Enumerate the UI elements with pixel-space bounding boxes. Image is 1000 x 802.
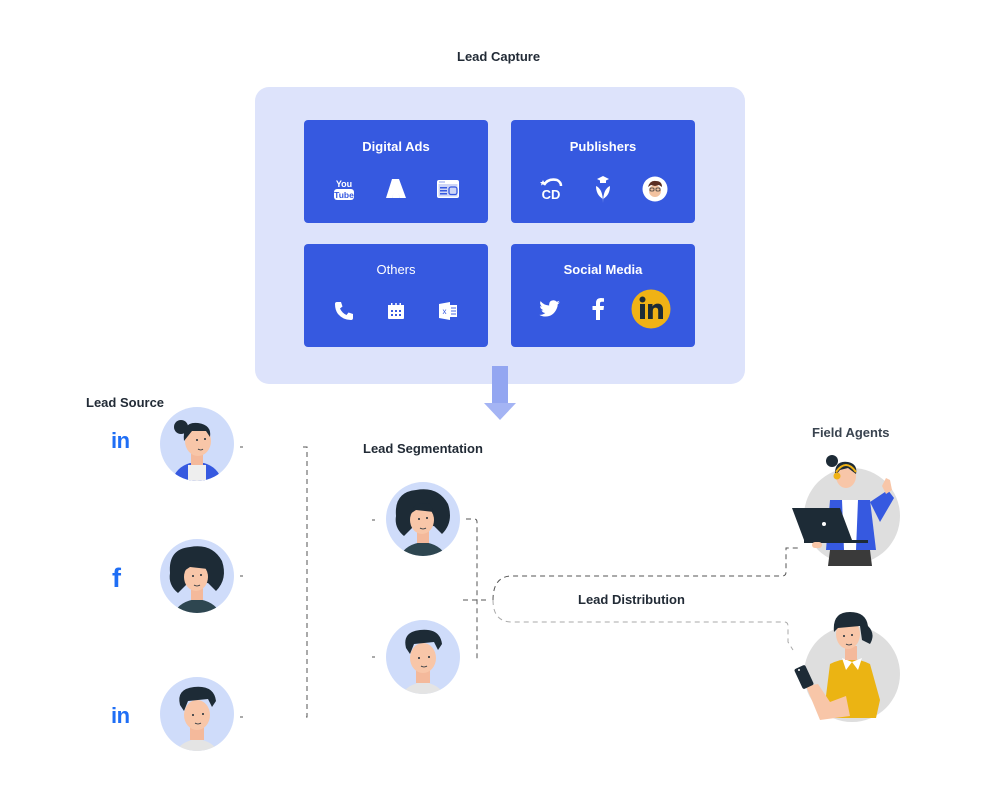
calendar-icon	[381, 296, 411, 326]
segmentation-person-2[interactable]	[386, 620, 460, 694]
others-title: Others	[376, 262, 416, 277]
curly-hair-avatar-icon	[395, 489, 450, 556]
lead-source-person-2[interactable]	[160, 539, 234, 613]
lead-source-linkedin-icon: in	[111, 703, 130, 728]
short-hair-man-avatar-icon	[402, 629, 444, 694]
short-hair-man-avatar-icon	[176, 686, 218, 751]
phone-icon	[329, 296, 359, 326]
down-arrow-icon	[484, 366, 516, 420]
curly-hair-avatar-icon	[169, 546, 224, 613]
segmentation-bracket	[466, 518, 478, 662]
svg-text:You: You	[336, 179, 352, 189]
lead-source-title: Lead Source	[86, 395, 165, 410]
twitter-icon	[535, 294, 565, 324]
display-ad-icon	[433, 174, 463, 204]
digital-ads-title: Digital Ads	[362, 139, 430, 154]
lead-source-facebook-icon: f	[112, 563, 121, 593]
google-ads-icon	[381, 174, 411, 204]
avatar-publisher-icon	[640, 174, 670, 204]
woman-bun-avatar-icon	[172, 420, 222, 481]
field-agents-title: Field Agents	[812, 425, 890, 440]
lead-segmentation-title: Lead Segmentation	[363, 441, 483, 456]
publishers-title: Publishers	[569, 139, 637, 154]
svg-text:CD: CD	[542, 187, 561, 202]
cd-publisher-icon: CD	[536, 174, 566, 204]
agent-with-phone-icon	[794, 612, 880, 720]
lead-source-person-3[interactable]	[160, 677, 234, 751]
svg-text:Tube: Tube	[334, 190, 354, 200]
source-spine-connector	[303, 446, 308, 718]
others-card[interactable]: Others x	[304, 244, 488, 347]
distribution-to-agent-2	[492, 599, 794, 651]
facebook-icon	[583, 294, 613, 324]
segmentation-person-1[interactable]	[386, 482, 460, 556]
lead-distribution-title: Lead Distribution	[578, 592, 685, 607]
lead-source-linkedin-icon: in	[111, 428, 130, 453]
linkedin-icon	[631, 289, 671, 329]
social-media-title: Social Media	[563, 262, 643, 277]
digital-ads-card[interactable]: Digital Ads You Tube	[304, 120, 488, 223]
agent-with-laptop-icon	[792, 455, 894, 566]
social-media-card[interactable]: Social Media	[511, 244, 695, 347]
excel-icon: x	[433, 296, 463, 326]
lead-source-person-1[interactable]	[160, 407, 234, 481]
svg-text:x: x	[443, 307, 447, 316]
lead-capture-title: Lead Capture	[457, 49, 541, 64]
education-publisher-icon	[588, 174, 618, 204]
publishers-card[interactable]: Publishers CD	[511, 120, 695, 223]
youtube-icon: You Tube	[329, 174, 359, 204]
